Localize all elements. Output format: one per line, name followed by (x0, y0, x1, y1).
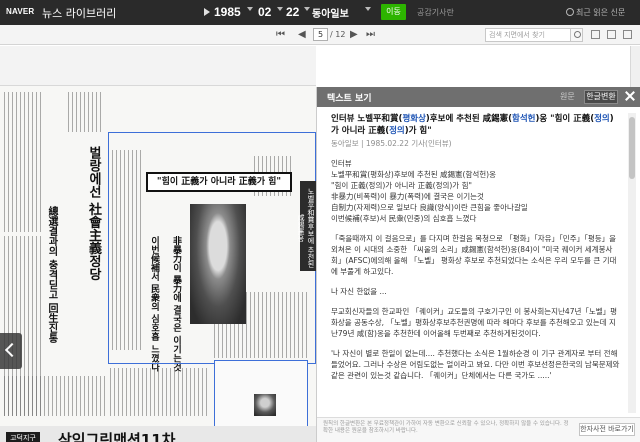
subhead-line: 인터뷰 (331, 159, 352, 168)
top-nav-bar: NAVER 뉴스 라이브러리 1985 02 22 동아일보 이동 공감기사란 … (0, 0, 640, 25)
service-title[interactable]: 뉴스 라이브러리 (42, 5, 116, 21)
tab-converted[interactable]: 한글변환 (584, 90, 618, 104)
prev-page-arrow-icon[interactable] (0, 333, 22, 369)
print-icon[interactable] (623, 30, 632, 39)
viewer-top-strip (0, 46, 316, 86)
subhead-line: 이번候補(후보)서 民衆(민중)의 심호흡 느꼈다 (331, 214, 477, 223)
article-headline: 인터뷰 노벨平和賞(평화상)후보에 추천된 咸錫憲(함석헌)옹 "힘이 正義(정… (331, 113, 621, 137)
ad-title: 삼익그린맨션11차 (58, 431, 176, 442)
newspaper-viewer[interactable]: 벌랑에선 社會主義정당 總選결과의 충격딛고 回生진통 이번候補서 民衆의 심호… (0, 46, 316, 442)
newspaper-dropdown-icon[interactable] (365, 7, 371, 11)
closed-day-link[interactable]: 공감기사란 (417, 7, 454, 18)
panel-scroll-thumb[interactable] (629, 117, 635, 179)
month-spinner-icon[interactable] (277, 7, 283, 11)
page-toolbar: ⏮ ◀ 5 / 12 ▶ ⏭ 검색 지면에서 찾기 (0, 25, 640, 45)
recent-papers-link[interactable]: 최근 읽은 신문 (566, 7, 625, 18)
next-page-icon[interactable]: ▶ (350, 29, 358, 41)
conversion-notice: 원칙의 한글변환은 본 무료정책관이 가하여 자동 변환으로 신뢰할 수 있으나… (323, 421, 569, 434)
vertical-headline: 벌랑에선 社會主義정당 (86, 146, 101, 281)
year-value[interactable]: 1985 (214, 3, 241, 21)
prev-page-icon[interactable]: ◀ (298, 29, 306, 41)
article-paragraph: 나 자신 한없을 ... (331, 287, 387, 296)
headline-part: 함석헌 (512, 114, 536, 124)
text-column (110, 368, 210, 416)
panel-title: 텍스트 보기 (327, 94, 372, 104)
article-paragraph: 「죽을때까지 이 걸음으로」를 다지며 한걸음 목청으로 「평화」「자유」「민주… (331, 234, 617, 276)
grid-view-icon[interactable] (591, 30, 600, 39)
subhead-line: 非暴力(비폭력)이 暴力(폭력)에 결국은 이기는것 (331, 192, 484, 201)
month-value[interactable]: 02 (258, 3, 271, 21)
hanja-dictionary-button[interactable]: 한자사전 바로가기 (579, 423, 635, 436)
article-subheads: 인터뷰 노벨平和賞(평화상)후보에 추천된 咸錫憲(함석헌)옹 "힘이 正義(정… (331, 158, 621, 224)
fullscreen-icon[interactable] (607, 30, 616, 39)
headline-part: )가 힘" (404, 126, 432, 136)
recent-papers-label: 최근 읽은 신문 (576, 8, 626, 17)
text-column (4, 92, 42, 232)
panel-footer: 원칙의 한글변환은 본 무료정책관이 가하여 자동 변환으로 신뢰할 수 있으나… (317, 417, 640, 442)
headline-part: )옹 "힘이 正義( (535, 114, 595, 124)
article-paragraph: 무교회신자들의 한교파인 「퀘이커」교도들의 구호기구인 이 봉사회는지난47년… (331, 307, 618, 338)
panel-header: 텍스트 보기 원문 한글변환 (317, 87, 640, 107)
subhead-line: 自制力(자제력)으로 일보다 良識(양식)이란 큰힘을 좋아나갈일 (331, 203, 528, 212)
inset-photo (254, 394, 276, 416)
headline-part: )후보에 추천된 咸錫憲( (425, 114, 513, 124)
text-column (68, 92, 104, 132)
article-side-tag: 노벨平和賞후보에 추천된 咸錫憲옹 (297, 181, 316, 271)
subhead-line: 노벨平和賞(평화상)후보에 추천된 咸錫憲(함석헌)옹 (331, 170, 496, 179)
text-column (4, 376, 108, 416)
article-paragraphs: 「죽을때까지 이 걸음으로」를 다지며 한걸음 목청으로 「평화」「자유」「민주… (331, 233, 621, 381)
panel-scrollbar[interactable] (628, 113, 636, 413)
article-paragraph: '나 자신이 별로 한일이 없는데.... 추천했다는 소식은 1월하순경 이 … (331, 349, 620, 380)
headline-part: 인터뷰 노벨平和賞( (331, 114, 403, 124)
clock-icon (566, 8, 574, 16)
tab-original[interactable]: 원문 (560, 91, 575, 102)
newspaper-page-image: 벌랑에선 社會主義정당 總選결과의 충격딛고 回生진통 이번候補서 民衆의 심호… (0, 86, 316, 442)
go-button[interactable]: 이동 (381, 4, 406, 20)
article-portrait-photo (190, 204, 246, 324)
close-icon[interactable] (625, 91, 635, 101)
headline-part: 정의 (594, 114, 610, 124)
vertical-headline: 總選결과의 충격딛고 回生진통 (46, 206, 57, 343)
subhead-line: "힘이 正義(정의)가 아니라 正義(정의)가 힘" (331, 181, 472, 190)
article-source: 동아일보 | 1985.02.22 기사(인터뷰) (331, 139, 452, 148)
first-page-icon[interactable]: ⏮ (276, 29, 285, 41)
search-icon[interactable] (570, 28, 583, 42)
day-spinner-icon[interactable] (304, 7, 310, 11)
article-quote-headline: "힘이 正義가 아니라 正義가 힘" (146, 172, 292, 192)
headline-part: 평화상 (402, 114, 426, 124)
naver-logo[interactable]: NAVER (6, 7, 34, 16)
headline-part: 정의 (389, 126, 405, 136)
page-scrollbar[interactable] (630, 46, 640, 87)
year-spinner-icon[interactable] (247, 7, 253, 11)
day-value[interactable]: 22 (286, 3, 299, 21)
text-view-panel: 텍스트 보기 원문 한글변환 인터뷰 노벨平和賞(평화상)후보에 추천된 咸錫憲… (316, 87, 640, 442)
article-text-body: 인터뷰 노벨平和賞(평화상)후보에 추천된 咸錫憲(함석헌)옹 "힘이 正義(정… (331, 113, 621, 390)
calendar-play-icon[interactable] (204, 8, 210, 16)
ad-label: 고덕지구 (6, 432, 40, 442)
page-number-input[interactable]: 5 (313, 28, 328, 41)
page-search-input[interactable]: 검색 지면에서 찾기 (485, 28, 571, 42)
newspaper-select[interactable]: 동아일보 (312, 5, 349, 20)
page-total: / 12 (330, 30, 346, 39)
last-page-icon[interactable]: ⏭ (366, 29, 375, 41)
